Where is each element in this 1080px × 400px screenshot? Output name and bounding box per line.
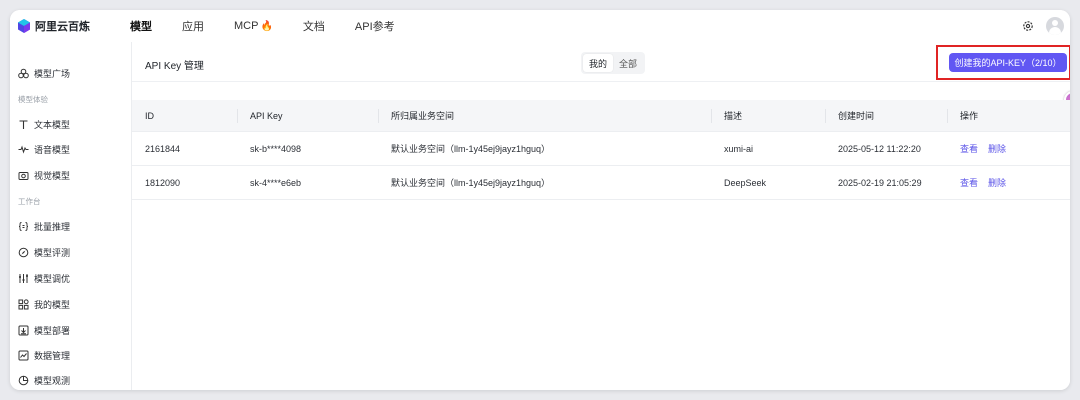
nav-mcp-label: MCP [234, 20, 259, 32]
text-icon [19, 119, 28, 129]
sidebar-item-label: 模型评测 [34, 247, 71, 258]
brand[interactable]: 阿里云百炼 [10, 18, 130, 34]
sidebar-item-model-tuning[interactable]: 模型调优 [18, 271, 70, 285]
braces-icon [18, 221, 29, 231]
sidebar: 模型广场 模型体验 文本模型 语音模型 视觉模型 工作台 批量推理 模型评测 模… [10, 42, 130, 390]
table-header: ID API Key 所归属业务空间 描述 创建时间 操作 [132, 100, 1070, 132]
grid-icon [18, 298, 29, 309]
top-right-actions [1022, 17, 1070, 35]
nav-docs[interactable]: 文档 [303, 18, 325, 34]
deploy-icon [18, 325, 29, 335]
sidebar-item-label: 文本模型 [34, 119, 71, 130]
sidebar-item-label: 模型调优 [34, 273, 71, 284]
sidebar-item-batch-inference[interactable]: 批量推理 [18, 219, 70, 233]
sidebar-item-audio-model[interactable]: 语音模型 [18, 142, 70, 156]
avatar[interactable] [1046, 17, 1064, 35]
col-header-created-time: 创建时间 [825, 100, 947, 131]
sidebar-item-label: 模型广场 [34, 68, 71, 79]
cell-api-key: sk-4****e6eb [250, 177, 302, 188]
top-nav: 模型 应用 MCP 🔥 文档 API参考 [130, 10, 425, 42]
gear-icon[interactable] [1022, 20, 1034, 32]
pie-icon [18, 375, 29, 385]
sidebar-item-text-model[interactable]: 文本模型 [18, 117, 70, 131]
cell-actions: 查看 删除 [947, 166, 1070, 199]
col-header-actions: 操作 [947, 100, 1070, 131]
table-row: 2161844 sk-b****4098 默认业务空间（llm-1y45ej9j… [132, 132, 1070, 166]
sidebar-item-vision-model[interactable]: 视觉模型 [18, 168, 70, 182]
panel-header: API Key 管理 我的 全部 创建我的API-KEY（2/10） [132, 42, 1070, 82]
chart-icon [18, 350, 29, 360]
main-content: API Key 管理 我的 全部 创建我的API-KEY（2/10） ✦ ID … [131, 42, 1070, 390]
sidebar-item-model-plaza[interactable]: 模型广场 [18, 66, 70, 80]
cell-actions: 查看 删除 [947, 132, 1070, 165]
app-window: 阿里云百炼 模型 应用 MCP 🔥 文档 API参考 模型广场 模型体验 文本模型 [10, 10, 1070, 390]
cell-workspace: 默认业务空间（llm-1y45ej9jayz1hguq） [391, 144, 551, 154]
nav-app[interactable]: 应用 [182, 18, 204, 34]
view-link[interactable]: 查看 [960, 176, 978, 189]
sidebar-item-my-models[interactable]: 我的模型 [18, 297, 70, 311]
nav-api-ref-label: API参考 [354, 21, 395, 33]
nav-docs-label: 文档 [302, 21, 325, 33]
col-header-id: ID [145, 110, 154, 121]
nav-model-label: 模型 [130, 21, 152, 33]
cell-created-time: 2025-02-19 21:05:29 [838, 177, 922, 188]
nav-mcp[interactable]: MCP 🔥 [234, 20, 273, 32]
delete-link[interactable]: 删除 [988, 176, 1006, 189]
tab-all[interactable]: 全部 [613, 54, 643, 72]
table-row: 1812090 sk-4****e6eb 默认业务空间（llm-1y45ej9j… [132, 166, 1070, 200]
cell-description: DeepSeek [724, 177, 767, 188]
tab-mine[interactable]: 我的 [583, 54, 613, 72]
scope-segmented-control: 我的 全部 [581, 52, 645, 74]
brand-name: 阿里云百炼 [35, 21, 90, 33]
cell-id: 1812090 [145, 177, 181, 188]
page-title: API Key 管理 [145, 61, 204, 72]
sidebar-item-data-manage[interactable]: 数据管理 [18, 348, 70, 362]
fire-icon: 🔥 [260, 20, 273, 32]
sidebar-item-label: 语音模型 [34, 144, 71, 155]
sidebar-item-model-eval[interactable]: 模型评测 [18, 245, 70, 259]
cell-created-time: 2025-05-12 11:22:20 [838, 143, 921, 154]
top-nav-bar: 阿里云百炼 模型 应用 MCP 🔥 文档 API参考 [10, 10, 1070, 42]
cell-api-key: sk-b****4098 [250, 143, 302, 154]
sidebar-item-label: 模型部署 [34, 325, 71, 336]
sidebar-item-label: 批量推理 [34, 221, 71, 232]
nav-app-label: 应用 [182, 21, 204, 33]
audio-icon [18, 144, 29, 154]
cell-id: 2161844 [145, 143, 181, 154]
api-key-table: ID API Key 所归属业务空间 描述 创建时间 操作 2161844 sk… [132, 100, 1070, 200]
delete-link[interactable]: 删除 [988, 142, 1006, 155]
sidebar-section-experience: 模型体验 [18, 95, 48, 104]
col-header-description: 描述 [711, 100, 825, 131]
sidebar-item-label: 模型观测 [34, 375, 71, 386]
sliders-icon [19, 273, 28, 283]
nav-api-ref[interactable]: API参考 [355, 18, 395, 34]
col-header-api-key: API Key [237, 100, 378, 131]
sidebar-item-label: 视觉模型 [34, 170, 71, 181]
cell-workspace: 默认业务空间（llm-1y45ej9jayz1hguq） [391, 178, 551, 188]
api-key-panel: API Key 管理 我的 全部 创建我的API-KEY（2/10） ✦ ID … [132, 42, 1070, 390]
camera-icon [18, 171, 29, 180]
sidebar-item-label: 数据管理 [34, 350, 71, 361]
view-link[interactable]: 查看 [960, 142, 978, 155]
nav-model[interactable]: 模型 [130, 18, 152, 34]
sidebar-item-label: 我的模型 [34, 299, 71, 310]
sidebar-item-model-deploy[interactable]: 模型部署 [18, 323, 70, 337]
highlight-box [936, 45, 1070, 80]
cell-description: xumi-ai [724, 143, 754, 154]
sidebar-item-model-observe[interactable]: 模型观测 [18, 373, 70, 387]
cloud-icon [18, 68, 29, 78]
compass-icon [18, 247, 29, 257]
col-header-workspace: 所归属业务空间 [378, 100, 711, 131]
bailian-logo-icon [18, 19, 30, 33]
sidebar-section-workbench: 工作台 [18, 197, 41, 206]
